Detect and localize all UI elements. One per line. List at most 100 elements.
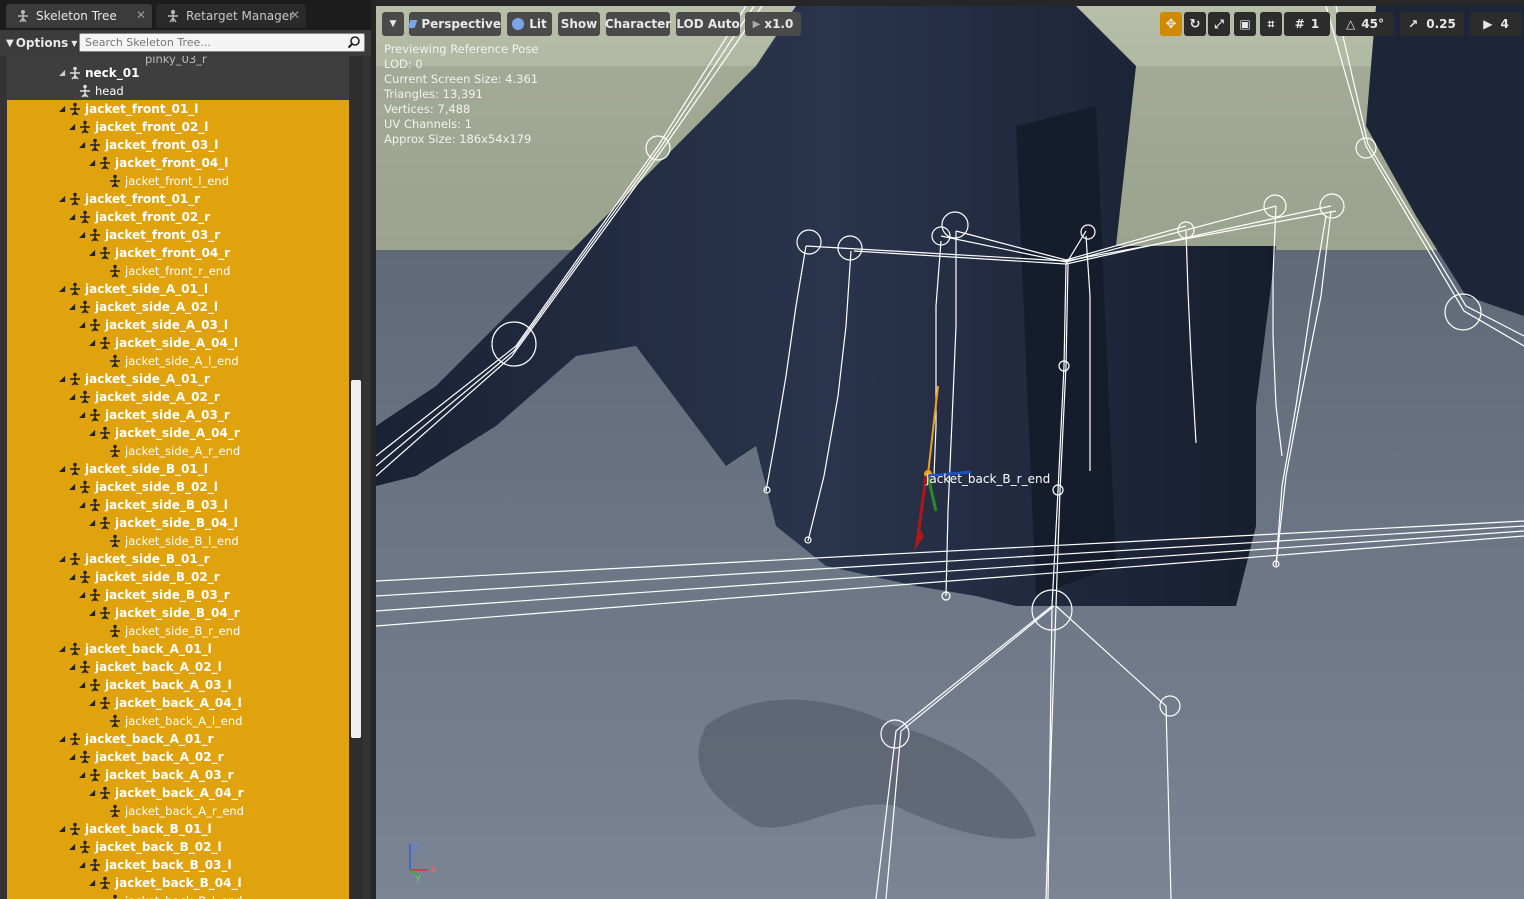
expand-arrow-icon[interactable]: ◢: [59, 735, 67, 743]
tree-row[interactable]: jacket_front_l_end: [7, 172, 349, 190]
expand-arrow-icon[interactable]: ◢: [79, 321, 87, 329]
tree-row[interactable]: ◢ jacket_side_B_01_l: [7, 460, 349, 478]
expand-arrow-icon[interactable]: ◢: [69, 663, 77, 671]
perspective-button[interactable]: Perspective: [407, 12, 501, 36]
tree-row[interactable]: ◢ jacket_back_B_04_l: [7, 874, 349, 892]
expand-arrow-icon[interactable]: ◢: [59, 69, 67, 77]
expand-arrow-icon[interactable]: ◢: [79, 501, 87, 509]
tree-row[interactable]: ◢ jacket_side_B_01_r: [7, 550, 349, 568]
search-input[interactable]: [80, 34, 335, 51]
expand-arrow-icon[interactable]: ◢: [59, 825, 67, 833]
tree-row[interactable]: jacket_back_A_r_end: [7, 802, 349, 820]
tree-row[interactable]: ◢ jacket_front_01_r: [7, 190, 349, 208]
tab-skeleton-tree[interactable]: Skeleton Tree ✕: [6, 4, 152, 28]
expand-arrow-icon[interactable]: ◢: [89, 789, 97, 797]
tree-row[interactable]: ◢ jacket_back_B_01_l: [7, 820, 349, 838]
rotation-snap-button[interactable]: △ 45°: [1336, 12, 1394, 36]
tree-row[interactable]: ◢ jacket_front_02_l: [7, 118, 349, 136]
playback-speed-button[interactable]: ▶ x1.0: [745, 12, 801, 36]
tree-row[interactable]: ◢ jacket_side_A_04_l: [7, 334, 349, 352]
tree-row[interactable]: ◢ jacket_side_B_02_r: [7, 568, 349, 586]
expand-arrow-icon[interactable]: ◢: [69, 213, 77, 221]
expand-arrow-icon[interactable]: ◢: [79, 411, 87, 419]
close-icon[interactable]: ✕: [290, 8, 300, 22]
viewport[interactable]: [376, 6, 1524, 899]
expand-arrow-icon[interactable]: ◢: [79, 141, 87, 149]
expand-arrow-icon[interactable]: ◢: [69, 753, 77, 761]
tree-row[interactable]: ◢ jacket_back_A_02_r: [7, 748, 349, 766]
tree-row[interactable]: jacket_front_r_end: [7, 262, 349, 280]
tree-row[interactable]: head: [7, 82, 349, 100]
tree-row[interactable]: ◢ jacket_back_A_04_r: [7, 784, 349, 802]
expand-arrow-icon[interactable]: ◢: [89, 519, 97, 527]
expand-arrow-icon[interactable]: ◢: [89, 609, 97, 617]
character-button[interactable]: Character: [605, 12, 671, 36]
tree-row[interactable]: jacket_side_B_l_end: [7, 532, 349, 550]
tree-row[interactable]: ◢ jacket_back_A_03_l: [7, 676, 349, 694]
tree-row[interactable]: jacket_side_B_r_end: [7, 622, 349, 640]
surface-snap-button[interactable]: ⌗: [1260, 12, 1282, 36]
camera-speed-button[interactable]: ▶ 4: [1470, 12, 1522, 36]
tree-row[interactable]: ◢ jacket_back_B_03_l: [7, 856, 349, 874]
expand-arrow-icon[interactable]: ◢: [59, 285, 67, 293]
expand-arrow-icon[interactable]: ◢: [69, 483, 77, 491]
expand-arrow-icon[interactable]: ◢: [59, 195, 67, 203]
tree-row[interactable]: ◢ jacket_side_B_03_l: [7, 496, 349, 514]
close-icon[interactable]: ✕: [136, 8, 146, 22]
expand-arrow-icon[interactable]: ◢: [89, 339, 97, 347]
scale-snap-button[interactable]: ↗ 0.25: [1400, 12, 1464, 36]
tree-row[interactable]: ◢ jacket_back_B_02_l: [7, 838, 349, 856]
expand-arrow-icon[interactable]: ◢: [69, 843, 77, 851]
show-button[interactable]: Show: [558, 12, 600, 36]
translate-tool-button[interactable]: ✥: [1160, 12, 1182, 36]
tree-row[interactable]: ◢ jacket_front_02_r: [7, 208, 349, 226]
rotate-tool-button[interactable]: ↻: [1184, 12, 1206, 36]
lit-button[interactable]: Lit: [507, 12, 552, 36]
expand-arrow-icon[interactable]: ◢: [79, 681, 87, 689]
tree-row[interactable]: ◢ jacket_front_04_l: [7, 154, 349, 172]
expand-arrow-icon[interactable]: ◢: [89, 699, 97, 707]
tree-row[interactable]: jacket_back_A_l_end: [7, 712, 349, 730]
tree-row[interactable]: ◢ jacket_front_01_l: [7, 100, 349, 118]
tree-row[interactable]: jacket_back_B_l_end: [7, 892, 349, 899]
tree-row[interactable]: ◢ jacket_back_A_02_l: [7, 658, 349, 676]
expand-arrow-icon[interactable]: ◢: [59, 555, 67, 563]
expand-arrow-icon[interactable]: ◢: [59, 375, 67, 383]
tree-row[interactable]: ◢ jacket_front_03_l: [7, 136, 349, 154]
world-local-toggle[interactable]: ▣: [1234, 12, 1256, 36]
expand-arrow-icon[interactable]: ◢: [79, 591, 87, 599]
expand-arrow-icon[interactable]: ◢: [79, 771, 87, 779]
lod-button[interactable]: LOD Auto: [676, 12, 740, 36]
tree-row[interactable]: ◢ jacket_side_B_03_r: [7, 586, 349, 604]
tree-row[interactable]: ◢ neck_01: [7, 64, 349, 82]
tree-row[interactable]: ◢ jacket_back_A_01_l: [7, 640, 349, 658]
expand-arrow-icon[interactable]: ◢: [69, 573, 77, 581]
tree-row[interactable]: ◢ jacket_side_B_04_r: [7, 604, 349, 622]
options-dropdown[interactable]: ▼ Options ▼: [6, 34, 77, 52]
expand-arrow-icon[interactable]: ◢: [79, 231, 87, 239]
expand-arrow-icon[interactable]: ◢: [69, 123, 77, 131]
expand-arrow-icon[interactable]: ◢: [59, 645, 67, 653]
tree-row[interactable]: ◢ jacket_side_A_01_l: [7, 280, 349, 298]
expand-arrow-icon[interactable]: ◢: [59, 105, 67, 113]
scale-tool-button[interactable]: ⤢: [1208, 12, 1230, 36]
expand-arrow-icon[interactable]: ◢: [89, 249, 97, 257]
expand-arrow-icon[interactable]: ◢: [89, 879, 97, 887]
search-box[interactable]: [79, 33, 365, 52]
tree-row[interactable]: ◢ jacket_front_03_r: [7, 226, 349, 244]
tree-row[interactable]: ◢ jacket_front_04_r: [7, 244, 349, 262]
expand-arrow-icon[interactable]: ◢: [69, 303, 77, 311]
expand-arrow-icon[interactable]: ◢: [69, 393, 77, 401]
tree-row[interactable]: ◢ jacket_side_A_04_r: [7, 424, 349, 442]
search-icon[interactable]: [347, 35, 361, 49]
tree-row[interactable]: ◢ jacket_back_A_03_r: [7, 766, 349, 784]
scrollbar-thumb[interactable]: [351, 380, 361, 738]
tree-row[interactable]: ◢ jacket_back_A_04_l: [7, 694, 349, 712]
tab-retarget-manager[interactable]: Retarget Manager ✕: [156, 4, 306, 28]
tree-row[interactable]: ◢ jacket_side_A_02_r: [7, 388, 349, 406]
expand-arrow-icon[interactable]: ◢: [89, 429, 97, 437]
tree-row[interactable]: ◢ jacket_side_A_03_l: [7, 316, 349, 334]
tree-row[interactable]: ◢ jacket_side_B_02_l: [7, 478, 349, 496]
grid-snap-button[interactable]: # 1: [1284, 12, 1330, 36]
expand-arrow-icon[interactable]: ◢: [89, 159, 97, 167]
